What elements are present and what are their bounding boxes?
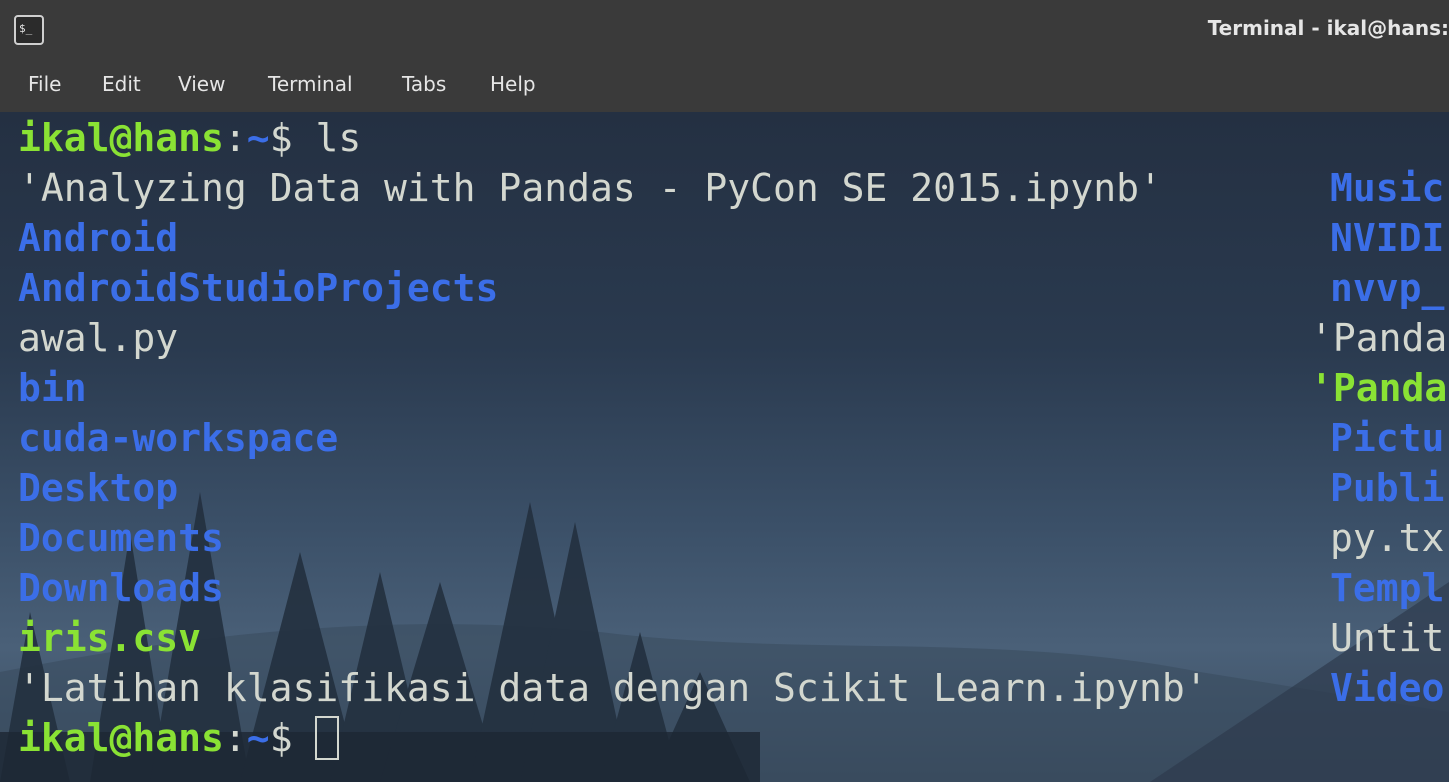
list-item: awal.py bbox=[18, 316, 179, 360]
list-item: iris.csv bbox=[18, 616, 202, 660]
menu-bar: File Edit View Terminal Tabs Help bbox=[0, 58, 1449, 112]
list-item: Android bbox=[18, 216, 179, 260]
prompt-user: ikal@hans bbox=[18, 716, 224, 760]
list-item: Music bbox=[1330, 166, 1445, 210]
list-item: nvvp_ bbox=[1330, 266, 1445, 310]
command-text: ls bbox=[315, 116, 362, 160]
list-item: Downloads bbox=[18, 566, 224, 610]
prompt-path: ~ bbox=[246, 116, 270, 160]
title-bar[interactable]: $_ Terminal - ikal@hans: bbox=[0, 0, 1449, 58]
list-item: py.tx bbox=[1330, 516, 1445, 560]
menu-file[interactable]: File bbox=[28, 72, 61, 96]
menu-help[interactable]: Help bbox=[490, 72, 536, 96]
menu-terminal[interactable]: Terminal bbox=[268, 72, 353, 96]
text-cursor bbox=[315, 715, 340, 760]
prompt-symbol: $ bbox=[269, 116, 293, 160]
prompt-line-2[interactable]: ikal@hans:~$ bbox=[18, 712, 340, 764]
list-item: Desktop bbox=[18, 466, 179, 510]
terminal-app-icon[interactable]: $_ bbox=[14, 15, 44, 45]
list-item: 'Latihan klasifikasi data dengan Scikit … bbox=[18, 666, 1208, 710]
list-item: Pictu bbox=[1330, 416, 1445, 460]
menu-tabs[interactable]: Tabs bbox=[402, 72, 446, 96]
prompt-user: ikal@hans bbox=[18, 116, 224, 160]
list-item: Templ bbox=[1330, 566, 1445, 610]
list-item: NVIDI bbox=[1330, 216, 1445, 260]
list-item: Video bbox=[1330, 666, 1445, 710]
prompt-line-1: ikal@hans:~$ ls bbox=[18, 112, 361, 164]
list-item: bin bbox=[18, 366, 87, 410]
prompt-separator: : bbox=[223, 116, 247, 160]
prompt-separator: : bbox=[223, 716, 247, 760]
list-item: 'Panda bbox=[1310, 366, 1448, 410]
list-item: 'Panda bbox=[1310, 316, 1448, 360]
list-item: Documents bbox=[18, 516, 224, 560]
list-item: 'Analyzing Data with Pandas - PyCon SE 2… bbox=[18, 166, 1162, 210]
menu-view[interactable]: View bbox=[178, 72, 225, 96]
list-item: Publi bbox=[1330, 466, 1445, 510]
terminal-output-area[interactable]: ikal@hans:~$ ls 'Analyzing Data with Pan… bbox=[0, 112, 1449, 782]
list-item: cuda-workspace bbox=[18, 416, 339, 460]
prompt-path: ~ bbox=[246, 716, 270, 760]
list-item: Untit bbox=[1330, 616, 1445, 660]
menu-edit[interactable]: Edit bbox=[102, 72, 141, 96]
window-title: Terminal - ikal@hans: bbox=[1207, 16, 1449, 40]
list-item: AndroidStudioProjects bbox=[18, 266, 499, 310]
prompt-symbol: $ bbox=[269, 716, 293, 760]
